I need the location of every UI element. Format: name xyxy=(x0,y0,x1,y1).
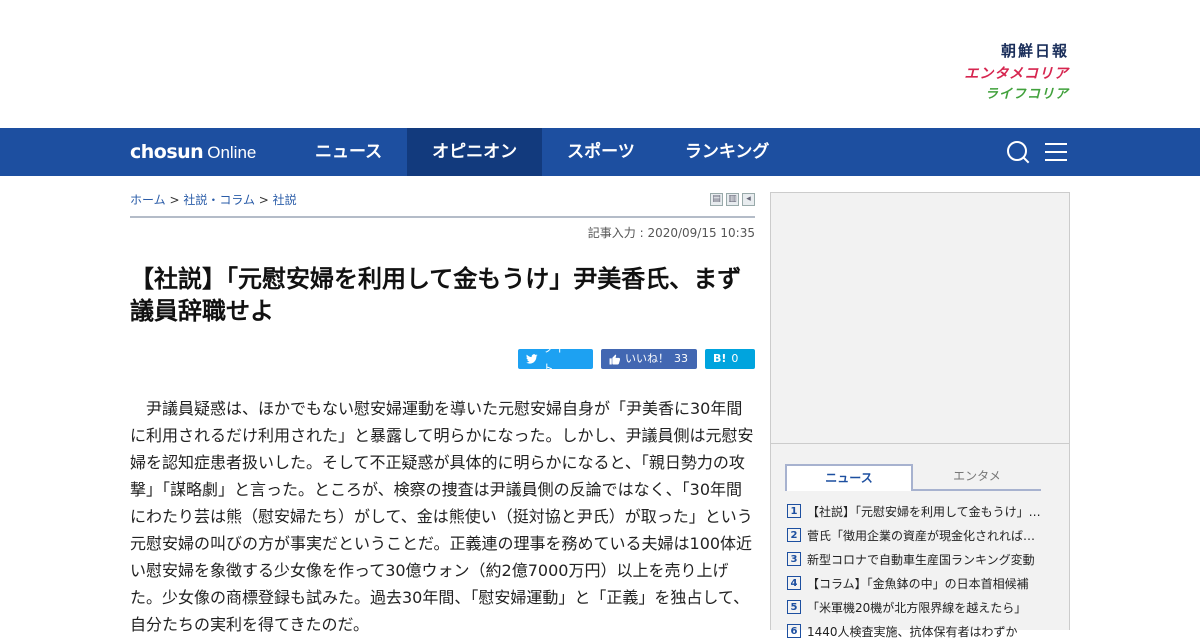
logo-sub: Online xyxy=(207,143,257,162)
rank-number: 1 xyxy=(787,504,801,518)
nav-icons xyxy=(1006,140,1068,164)
rank-title: 【コラム】「金魚鉢の中」の日本首相候補 xyxy=(807,576,1029,591)
nav-item-opinion[interactable]: オピニオン xyxy=(407,128,543,176)
tab-entame[interactable]: エンタメ xyxy=(913,464,1041,489)
rank-number: 6 xyxy=(787,624,801,638)
sidebar: ニュース エンタメ 1 【社説】「元慰安婦を利用して金もうけ」尹美香氏、まず議員辞… xyxy=(770,192,1070,639)
thumbs-up-icon xyxy=(609,354,620,364)
article-body: 尹議員疑惑は、ほかでもない慰安婦運動を導いた元慰安婦自身が「尹美香に30年間に利… xyxy=(130,399,754,634)
rank-title: 「米軍機20機が北方限界線を越えたら」 xyxy=(807,600,1027,615)
chosun-ilbo-link[interactable]: 朝鮮日報 xyxy=(964,44,1069,59)
nav-item-news[interactable]: ニュース xyxy=(290,128,407,176)
article-tools: ▤ ▥ ◂ xyxy=(710,193,755,206)
nav-item-sports[interactable]: スポーツ xyxy=(542,128,660,176)
breadcrumb-home[interactable]: ホーム xyxy=(130,193,166,207)
rank-number: 3 xyxy=(787,552,801,566)
ranking-item[interactable]: 2 菅氏「徴用企業の資産が現金化されれば日韓関係に深刻な事態」 xyxy=(787,523,1069,547)
rank-title: 【社説】「元慰安婦を利用して金もうけ」尹美香氏、まず議員辞職せよ xyxy=(807,504,1043,519)
search-icon[interactable] xyxy=(1006,140,1030,164)
brand-links: 朝鮮日報 エンタメコリア ライフコリア xyxy=(964,44,1069,102)
tab-news[interactable]: ニュース xyxy=(785,464,913,491)
chosun-online-logo[interactable]: chosun Online xyxy=(130,140,256,164)
article-column: ホーム > 社説・コラム > 社説 ▤ ▥ ◂ 記事入力 : 2020/09/1… xyxy=(130,176,755,638)
tweet-button[interactable]: ツイート xyxy=(518,342,593,375)
logo-main: chosun xyxy=(130,141,204,163)
share-buttons: ツイート いいね！ 33 B! 0 xyxy=(130,342,755,375)
twitter-bird-icon xyxy=(526,354,538,364)
rank-title: 菅氏「徴用企業の資産が現金化されれば日韓関係に深刻な事態」 xyxy=(807,528,1043,543)
hatena-count: 0 xyxy=(731,352,739,365)
facebook-like-button[interactable]: いいね！ 33 xyxy=(601,349,697,369)
like-label: いいね！ xyxy=(625,352,669,365)
ranking-item[interactable]: 3 新型コロナで自動車生産国ランキング変動 xyxy=(787,547,1069,571)
breadcrumb-sep: > xyxy=(254,193,273,207)
breadcrumb-sep: > xyxy=(165,193,184,207)
article-title: 【社説】「元慰安婦を利用して金もうけ」尹美香氏、まず議員辞職せよ xyxy=(130,265,742,325)
hatena-b-icon: B! xyxy=(713,352,727,365)
ranking-item[interactable]: 5 「米軍機20機が北方限界線を越えたら」 xyxy=(787,595,1069,619)
ranking-list: 1 【社説】「元慰安婦を利用して金もうけ」尹美香氏、まず議員辞職せよ 2 菅氏「徴用… xyxy=(787,499,1069,643)
global-nav: chosun Online ニュース オピニオン スポーツ ランキング xyxy=(0,128,1200,176)
breadcrumb: ホーム > 社説・コラム > 社説 xyxy=(130,191,297,208)
nav-item-ranking[interactable]: ランキング xyxy=(660,128,795,176)
breadcrumb-row: ホーム > 社説・コラム > 社説 ▤ ▥ ◂ xyxy=(130,176,755,218)
site-header: 朝鮮日報 エンタメコリア ライフコリア xyxy=(0,0,1200,128)
ad-space xyxy=(771,193,1069,444)
ranking-item[interactable]: 6 1440人検査実施、抗体保有者はわずか xyxy=(787,619,1069,643)
rank-title: 1440人検査実施、抗体保有者はわずか xyxy=(807,624,1018,639)
rank-title: 新型コロナで自動車生産国ランキング変動 xyxy=(807,552,1035,567)
ranking-item[interactable]: 4 【コラム】「金魚鉢の中」の日本首相候補 xyxy=(787,571,1069,595)
rank-number: 5 xyxy=(787,600,801,614)
rank-number: 2 xyxy=(787,528,801,542)
ranking-item[interactable]: 1 【社説】「元慰安婦を利用して金もうけ」尹美香氏、まず議員辞職せよ xyxy=(787,499,1069,523)
tweet-label: ツイート xyxy=(542,342,576,375)
ranking-tabs: ニュース エンタメ xyxy=(785,464,1041,491)
breadcrumb-section[interactable]: 社説・コラム xyxy=(183,193,255,207)
entame-korea-link[interactable]: エンタメコリア xyxy=(964,67,1069,81)
text-size-icon[interactable]: ▥ xyxy=(726,193,739,206)
print-icon[interactable]: ▤ xyxy=(710,193,723,206)
back-arrow-icon[interactable]: ◂ xyxy=(742,193,755,206)
life-korea-link[interactable]: ライフコリア xyxy=(964,88,1069,101)
hamburger-menu-icon[interactable] xyxy=(1044,140,1068,164)
rank-number: 4 xyxy=(787,576,801,590)
breadcrumb-sub[interactable]: 社説 xyxy=(273,193,297,207)
hatena-bookmark-button[interactable]: B! 0 xyxy=(705,349,755,369)
like-count: 33 xyxy=(674,352,688,365)
main-menu: ニュース オピニオン スポーツ ランキング xyxy=(290,128,794,176)
article-date: 記事入力 : 2020/09/15 10:35 xyxy=(587,226,755,240)
